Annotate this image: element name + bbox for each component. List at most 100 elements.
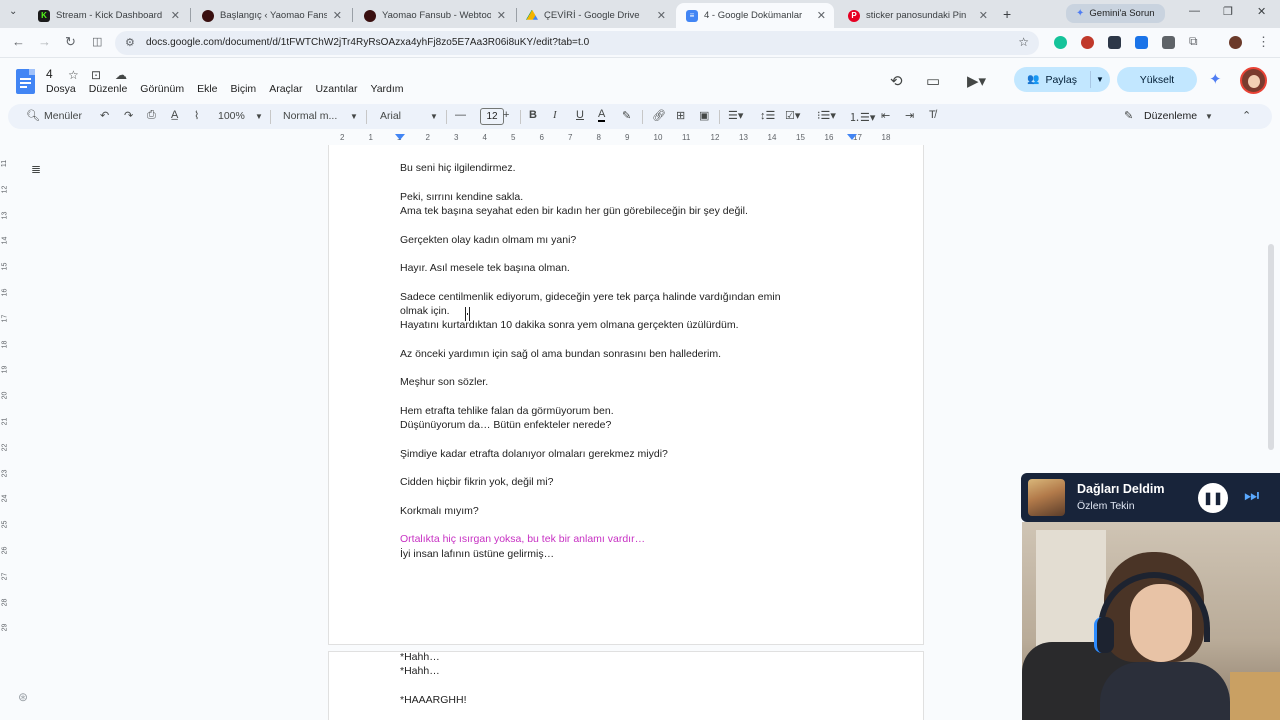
account-avatar[interactable] — [1240, 67, 1267, 94]
paragraph-style-select[interactable]: Normal m... — [283, 110, 337, 122]
line-spacing-icon[interactable]: ↕☰ — [760, 109, 775, 122]
redo-icon[interactable]: ↷ — [124, 109, 133, 122]
decrease-indent-icon[interactable]: ⇤ — [881, 109, 890, 122]
star-icon[interactable]: ☆ — [68, 68, 79, 82]
bookmark-star-icon[interactable]: ☆ — [1018, 35, 1029, 49]
document-page[interactable] — [328, 145, 924, 645]
address-bar[interactable]: ⚙ docs.google.com/document/d/1tFWTChW2jT… — [115, 31, 1039, 55]
adblock-extension-icon[interactable] — [1081, 36, 1094, 49]
vertical-scrollbar[interactable] — [1268, 244, 1274, 450]
new-tab-icon[interactable]: + — [1003, 6, 1011, 22]
meet-video-icon[interactable]: ▶▾ — [967, 72, 986, 90]
document-line[interactable]: olmak için. — [400, 305, 450, 317]
menu-help[interactable]: Yardım — [370, 83, 403, 95]
italic-icon[interactable]: I — [553, 109, 557, 121]
spellcheck-icon[interactable]: A̲ — [171, 109, 178, 121]
menu-tools[interactable]: Araçlar — [269, 83, 302, 95]
document-line[interactable]: *HAAARGHH! — [400, 694, 467, 706]
document-line[interactable]: Gerçekten olay kadın olmam mı yani? — [400, 234, 576, 246]
menu-extensions[interactable]: Uzantılar — [315, 83, 357, 95]
editing-mode-select[interactable]: Düzenleme — [1144, 110, 1197, 122]
increase-indent-icon[interactable]: ⇥ — [905, 109, 914, 122]
browser-tab-pinterest[interactable]: P sticker panosundaki Pin ✕ — [838, 3, 996, 28]
document-title[interactable]: 4 — [46, 67, 53, 81]
close-tab-icon[interactable]: ✕ — [979, 9, 988, 22]
document-line[interactable]: *Hahh… — [400, 651, 440, 663]
clear-formatting-icon[interactable]: T̸ — [929, 109, 936, 121]
document-line[interactable]: Az önceki yardımın için sağ ol ama bunda… — [400, 348, 721, 360]
print-icon[interactable]: ⎙ — [147, 109, 156, 122]
menu-view[interactable]: Görünüm — [140, 83, 184, 95]
close-window-icon[interactable]: ✕ — [1257, 5, 1266, 18]
insert-image-icon[interactable]: ▣ — [699, 109, 709, 122]
browser-menu-icon[interactable]: ⋮ — [1257, 34, 1270, 50]
extension-icon[interactable] — [1162, 36, 1175, 49]
cloud-saved-icon[interactable]: ☁ — [115, 68, 127, 82]
close-tab-icon[interactable]: ✕ — [333, 9, 342, 22]
document-line[interactable]: İyi insan lafının üstüne gelirmiş… — [400, 548, 554, 560]
grammarly-extension-icon[interactable] — [1054, 36, 1067, 49]
menu-format[interactable]: Biçim — [231, 83, 257, 95]
explore-icon[interactable]: ⊛ — [18, 690, 28, 704]
upgrade-button[interactable]: Yükselt — [1117, 67, 1197, 92]
paint-format-icon[interactable]: ⌇ — [194, 109, 199, 122]
menu-file[interactable]: Dosya — [46, 83, 76, 95]
document-line[interactable]: Hayatını kurtardıktan 10 dakika sonra ye… — [400, 319, 739, 331]
document-line[interactable]: Ama tek başına seyahat eden bir kadın he… — [400, 205, 748, 217]
extension-icon[interactable] — [1108, 36, 1121, 49]
close-tab-icon[interactable]: ✕ — [817, 9, 826, 22]
numbered-list-icon[interactable]: ⒈☰▾ — [849, 109, 875, 125]
split-view-icon[interactable]: ◫ — [92, 35, 102, 48]
extensions-puzzle-icon[interactable]: ⧉ — [1189, 34, 1198, 49]
tab-list-icon[interactable]: ⌄ — [9, 6, 17, 17]
document-line[interactable]: Cidden hiçbir fikrin yok, değil mi? — [400, 476, 553, 488]
decrease-font-size-icon[interactable]: — — [455, 109, 466, 121]
right-indent-marker[interactable] — [847, 134, 857, 140]
shield-extension-icon[interactable] — [1135, 36, 1148, 49]
document-outline-icon[interactable]: ≣ — [31, 162, 41, 176]
profile-avatar-icon[interactable] — [1229, 36, 1242, 49]
document-line[interactable]: Şimdiye kadar etrafta dolanıyor olmaları… — [400, 448, 668, 460]
move-folder-icon[interactable]: ⊡ — [91, 68, 101, 82]
left-indent-marker[interactable] — [395, 134, 405, 140]
document-line-colored[interactable]: Ortalıkta hiç ısırgan yoksa, bu tek bir … — [400, 533, 645, 545]
comments-icon[interactable]: ▭ — [926, 72, 940, 90]
insert-link-icon[interactable]: 🔗︎ — [652, 109, 666, 122]
font-select[interactable]: Arial — [380, 110, 401, 122]
browser-tab-kick[interactable]: K Stream - Kick Dashboard ✕ — [28, 3, 188, 28]
close-tab-icon[interactable]: ✕ — [171, 9, 180, 22]
document-line[interactable]: Korkmalı mıyım? — [400, 505, 479, 517]
docs-logo-icon[interactable] — [16, 69, 35, 94]
history-icon[interactable]: ⟲ — [890, 72, 903, 90]
document-line[interactable]: Hem etrafta tehlike falan da görmüyorum … — [400, 405, 614, 417]
site-info-icon[interactable]: ⚙ — [125, 36, 135, 49]
add-comment-icon[interactable]: ⊞ — [676, 109, 685, 122]
browser-tab-yaomao-start[interactable]: Başlangıç ‹ Yaomao Fansub ✕ — [192, 3, 350, 28]
browser-tab-docs[interactable]: ≡ 4 - Google Dokümanlar ✕ — [676, 3, 834, 28]
checklist-icon[interactable]: ☑▾ — [785, 109, 800, 122]
align-icon[interactable]: ☰▾ — [728, 109, 743, 122]
zoom-select[interactable]: 100% — [218, 110, 245, 122]
browser-tab-yaomao-webtoon[interactable]: Yaomao Fansub - Webtoon ✕ — [354, 3, 514, 28]
increase-font-size-icon[interactable]: + — [503, 109, 509, 121]
menu-edit[interactable]: Düzenle — [89, 83, 128, 95]
document-line[interactable]: Düşünüyorum da… Bütün enfekteler nerede? — [400, 419, 611, 431]
bold-icon[interactable]: B — [529, 109, 537, 121]
document-line[interactable]: Meşhur son sözler. — [400, 376, 488, 388]
share-button[interactable]: 👥 Paylaş ▼ — [1014, 67, 1110, 92]
underline-icon[interactable]: U — [576, 109, 584, 121]
document-line[interactable]: Peki, sırrını kendine sakla. — [400, 191, 523, 203]
minimize-icon[interactable]: — — [1189, 5, 1200, 17]
close-tab-icon[interactable]: ✕ — [497, 9, 506, 22]
bulleted-list-icon[interactable]: ⁝☰▾ — [817, 109, 836, 122]
back-icon[interactable]: ← — [12, 34, 25, 49]
reload-icon[interactable]: ↻ — [65, 34, 76, 50]
collapse-toolbar-icon[interactable]: ⌃ — [1242, 109, 1251, 122]
text-color-icon[interactable]: A — [598, 109, 606, 122]
edit-pencil-icon[interactable]: ✎ — [1124, 109, 1133, 122]
pause-icon[interactable]: ❚❚ — [1198, 483, 1228, 513]
search-menus-label[interactable]: Menüler — [44, 110, 82, 122]
document-line[interactable]: Sadece centilmenlik ediyorum, gideceğin … — [400, 291, 781, 303]
skip-next-icon[interactable]: ⏭ — [1244, 486, 1259, 506]
browser-tab-drive[interactable]: ÇEVİRİ - Google Drive ✕ — [516, 3, 674, 28]
